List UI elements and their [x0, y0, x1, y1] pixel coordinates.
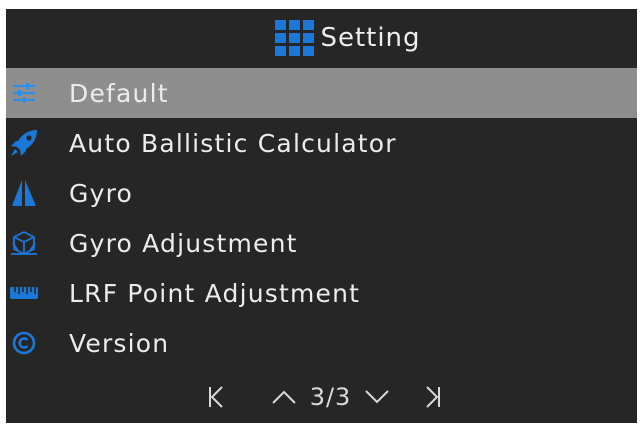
cube-adjust-icon	[8, 227, 40, 259]
chevron-up-icon	[271, 390, 296, 404]
settings-menu: Default Auto Ballistic Calculator Gyro G…	[6, 68, 637, 368]
last-page-button[interactable]	[425, 386, 441, 408]
ruler-icon	[8, 277, 40, 309]
chevron-down-icon	[365, 390, 390, 404]
menu-item-auto-ballistic-calculator[interactable]: Auto Ballistic Calculator	[6, 118, 637, 168]
first-page-button[interactable]	[208, 386, 224, 408]
menu-item-gyro-adjustment[interactable]: Gyro Adjustment	[6, 218, 637, 268]
pagination-controls: 3/3	[208, 383, 442, 411]
page-title: Setting	[320, 22, 421, 53]
rocket-icon	[8, 127, 40, 159]
menu-item-label: Default	[69, 78, 169, 108]
last-page-icon	[426, 386, 441, 408]
menu-item-default[interactable]: Default	[6, 68, 637, 118]
grid-icon	[275, 19, 315, 56]
menu-item-gyro[interactable]: Gyro	[6, 168, 637, 218]
copyright-icon	[8, 327, 40, 359]
header: Setting	[6, 9, 637, 66]
header-content: Setting	[274, 19, 420, 57]
first-page-icon	[208, 386, 223, 408]
next-page-button[interactable]	[365, 390, 390, 404]
menu-item-lrf-point-adjustment[interactable]: LRF Point Adjustment	[6, 268, 637, 318]
page-indicator: 3/3	[309, 383, 352, 411]
menu-item-version[interactable]: Version	[6, 318, 637, 368]
sliders-icon	[8, 77, 40, 109]
gyro-icon	[8, 177, 40, 209]
menu-item-label: LRF Point Adjustment	[69, 278, 361, 308]
settings-screen: Setting Default Auto Ballistic Calculato…	[6, 9, 637, 423]
menu-item-label: Gyro	[69, 178, 133, 208]
previous-page-button[interactable]	[271, 390, 296, 404]
pagination: 3/3	[6, 375, 637, 419]
menu-item-label: Version	[69, 328, 170, 358]
menu-item-label: Gyro Adjustment	[69, 228, 298, 258]
menu-item-label: Auto Ballistic Calculator	[69, 128, 397, 158]
